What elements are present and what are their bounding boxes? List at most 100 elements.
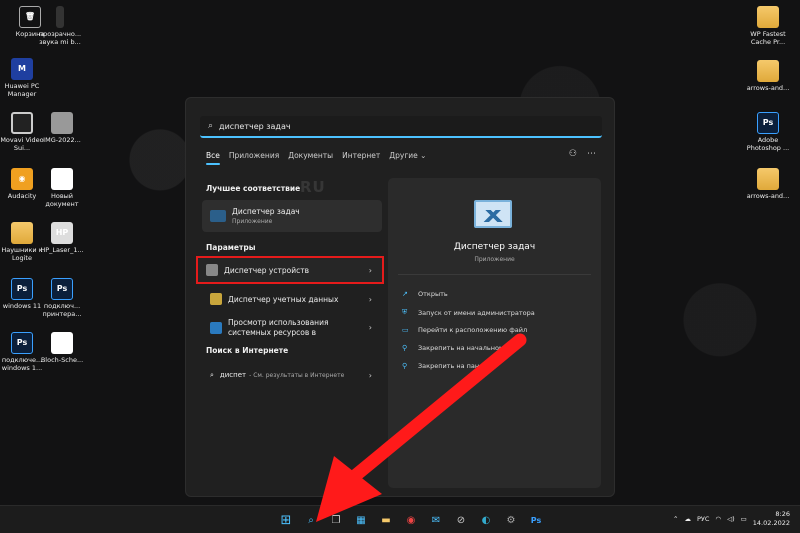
tab-other[interactable]: Другие ⌄ — [389, 151, 426, 160]
chevron-up-icon[interactable]: ⌃ — [673, 515, 678, 523]
volume-icon[interactable]: ◁) — [727, 515, 735, 523]
battery-icon[interactable]: ▭ — [741, 515, 747, 523]
search-icon: ⌕ — [210, 370, 214, 379]
settings-gear-icon[interactable]: ⚙ — [502, 511, 520, 529]
open-icon: ↗ — [402, 290, 408, 298]
action-run-as-admin[interactable]: ⛨ Запуск от имени администратора — [402, 308, 535, 317]
action-label: Открыть — [418, 290, 448, 298]
cloud-icon[interactable]: ☁ — [684, 515, 691, 523]
movavi-icon — [11, 112, 33, 134]
desktop-icon-label: IMG-2022... — [43, 136, 81, 144]
clock[interactable]: 8:26 14.02.2022 — [753, 510, 790, 528]
pin-icon: ⚲ — [402, 344, 408, 352]
chevron-right-icon: › — [368, 370, 372, 380]
tab-apps[interactable]: Приложения — [229, 151, 279, 160]
shield-icon: ⛨ — [402, 308, 408, 316]
task-manager-icon — [210, 210, 226, 222]
action-label: Закрепить на начальном — [418, 344, 504, 352]
desktop-icon-label: HP_Laser_1... — [40, 246, 84, 254]
desktop-icon-hp[interactable]: HP HP_Laser_1... — [36, 222, 88, 255]
folder-icon — [757, 168, 779, 190]
search-icon: ⌕ — [208, 121, 214, 131]
blocked-icon[interactable]: ⊘ — [452, 511, 470, 529]
chevron-right-icon: › — [368, 265, 372, 275]
mail-icon[interactable]: ✉ — [427, 511, 445, 529]
huawei-icon: M — [11, 58, 33, 80]
photoshop-icon: Ps — [757, 112, 779, 134]
desktop-icon-psd[interactable]: Ps подключ... принтера... — [36, 278, 88, 318]
folder-icon — [757, 60, 779, 82]
desktop-icon-label: прозрачно... звука mi b... — [38, 30, 82, 46]
desktop-icon-label: Huawei PC Manager — [4, 82, 40, 98]
watermark: RU — [300, 178, 326, 196]
tab-all[interactable]: Все — [206, 151, 220, 165]
tab-documents[interactable]: Документы — [288, 151, 333, 160]
desktop-icon-label: Bloch-Sche... — [40, 356, 84, 364]
image-icon — [51, 112, 73, 134]
device-manager-result[interactable]: Диспетчер устройств › — [196, 256, 384, 284]
folder-icon — [757, 6, 779, 28]
desktop-icon-label: Adobe Photoshop ... — [746, 136, 790, 152]
task-view-icon[interactable]: ❐ — [327, 511, 345, 529]
tab-internet[interactable]: Интернет — [342, 151, 380, 160]
desktop-icon-folder[interactable]: arrows-and... — [742, 168, 794, 201]
action-pin-to-start[interactable]: ⚲ Закрепить на начальном — [402, 344, 504, 352]
search-tabs: Все Приложения Документы Интернет Другие… — [206, 151, 435, 165]
language-indicator[interactable]: РУС — [697, 515, 709, 523]
action-label: Перейти к расположению файл — [418, 326, 528, 334]
desktop-icon-photoshop[interactable]: Ps Adobe Photoshop ... — [742, 112, 794, 152]
desktop-icon-label: подключ... принтера... — [42, 302, 82, 318]
clock-time: 8:26 — [775, 510, 790, 518]
desktop-icon-huawei[interactable]: M Huawei PC Manager — [0, 58, 48, 98]
best-match-subtitle: Приложение — [232, 218, 273, 225]
photoshop-taskbar-icon[interactable]: Ps — [527, 511, 545, 529]
audacity-icon: ◉ — [11, 168, 33, 190]
hp-icon: HP — [51, 222, 73, 244]
best-match-result[interactable]: Диспетчер задач Приложение — [202, 200, 382, 232]
more-options-icon[interactable]: ⋯ — [587, 149, 596, 159]
search-icon[interactable]: ⌕ — [302, 511, 320, 529]
desktop-icon-folder[interactable]: WP Fastest Cache Pr... — [742, 6, 794, 46]
action-pin-to-taskbar[interactable]: ⚲ Закрепить на пан — [402, 362, 479, 370]
widgets-icon[interactable]: ▦ — [352, 511, 370, 529]
chrome-icon[interactable]: ◉ — [402, 511, 420, 529]
detail-subtitle: Приложение — [474, 256, 515, 263]
desktop-icon-folder[interactable]: arrows-and... — [742, 60, 794, 93]
taskbar-apps: ⊞ ⌕ ❐ ▦ ▬ ◉ ✉ ⊘ ◐ ⚙ Ps — [277, 511, 545, 529]
start-icon[interactable]: ⊞ — [277, 511, 295, 529]
web-search-heading: Поиск в Интернете — [206, 346, 289, 355]
psd-icon: Ps — [11, 278, 33, 300]
share-icon[interactable]: ⚇ — [569, 149, 577, 159]
web-query: диспет — [219, 371, 247, 379]
desktop-icon-image[interactable]: IMG-2022... — [36, 112, 88, 145]
best-match-title: Диспетчер задач — [232, 207, 300, 216]
credential-manager-result[interactable]: Диспетчер учетных данных › — [202, 284, 382, 314]
resource-usage-result[interactable]: Просмотр использования системных ресурсо… — [202, 311, 382, 345]
desktop-icon-label: WP Fastest Cache Pr... — [750, 30, 786, 46]
action-label: Закрепить на пан — [418, 362, 480, 370]
desktop-icon-label: Audacity — [7, 192, 37, 200]
monitor-icon — [210, 322, 222, 334]
desktop-icon-pdf[interactable]: PDF Новый документ — [36, 168, 88, 208]
search-toolbar: ⚇ ⋯ — [569, 149, 596, 159]
psd-icon: Ps — [51, 278, 73, 300]
file-explorer-icon[interactable]: ▬ — [377, 511, 395, 529]
pin-icon: ⚲ — [402, 362, 408, 370]
action-open-file-location[interactable]: ▭ Перейти к расположению файл — [402, 326, 527, 334]
pdf-icon: PDF — [51, 168, 73, 190]
result-label: Диспетчер учетных данных — [228, 294, 339, 304]
wifi-icon[interactable]: ◠ — [715, 515, 721, 523]
chevron-right-icon: › — [368, 294, 372, 304]
device-manager-icon — [206, 264, 218, 276]
edge-icon[interactable]: ◐ — [477, 511, 495, 529]
result-label: Просмотр использования системных ресурсо… — [228, 318, 329, 337]
action-open[interactable]: ↗ Открыть — [402, 290, 448, 298]
desktop-icon-label: arrows-and... — [746, 84, 790, 92]
folder-icon: ▭ — [402, 326, 409, 334]
search-query: диспетчер задач — [219, 121, 291, 131]
web-search-result[interactable]: ⌕ диспет - См. результаты в Интернете › — [202, 360, 382, 390]
desktop-icon-pdf[interactable]: PDF Bloch-Sche... — [36, 332, 88, 365]
detail-pane: Диспетчер задач Приложение ↗ Открыть ⛨ З… — [388, 178, 601, 488]
desktop-icon-file[interactable]: прозрачно... звука mi b... — [34, 6, 86, 46]
search-input[interactable]: ⌕ диспетчер задач — [200, 116, 602, 138]
